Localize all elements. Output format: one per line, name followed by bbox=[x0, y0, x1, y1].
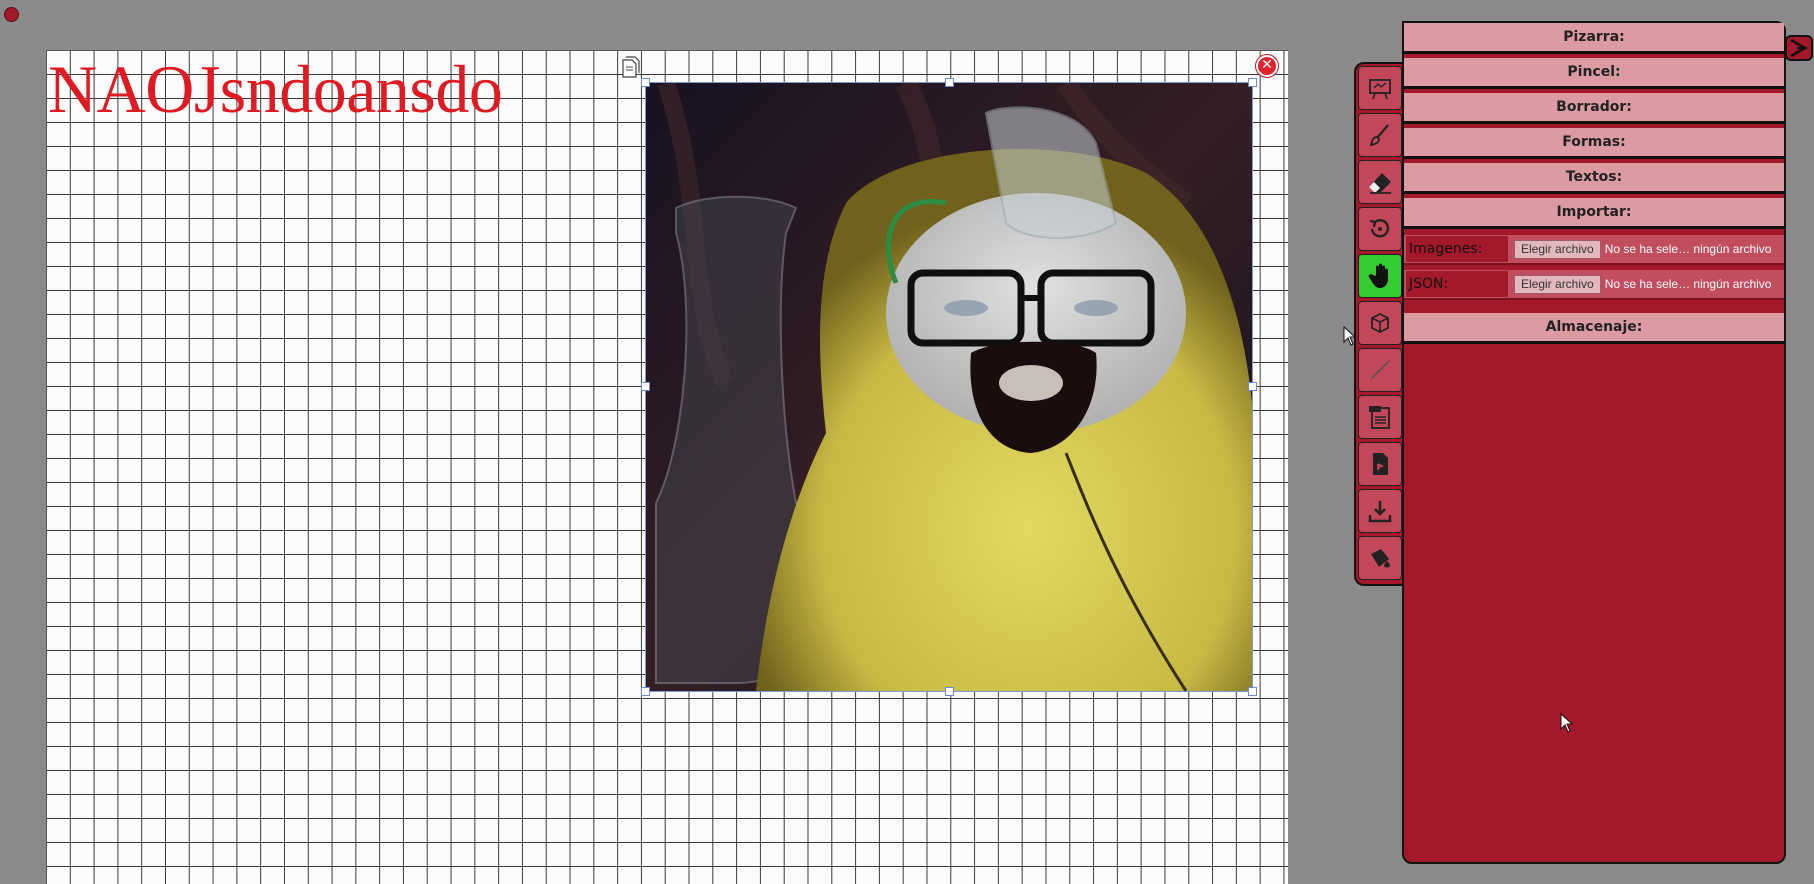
fill-bucket-icon bbox=[1371, 549, 1390, 568]
hand-icon bbox=[1368, 263, 1388, 288]
mouse-pointer-icon bbox=[1560, 713, 1574, 733]
import-json-row: JSON: Elegir archivo No se ha sele… ning… bbox=[1404, 270, 1784, 300]
section-pincel[interactable]: Pincel: bbox=[1404, 58, 1784, 89]
close-icon[interactable]: ✕ bbox=[1256, 55, 1278, 77]
undo-icon bbox=[1369, 219, 1390, 238]
shapes-tool-button[interactable] bbox=[1358, 301, 1402, 345]
import-images-row: Imagenes: Elegir archivo No se ha sele… … bbox=[1404, 235, 1784, 265]
line-tool-button[interactable] bbox=[1358, 348, 1402, 392]
section-almacenaje[interactable]: Almacenaje: bbox=[1404, 313, 1784, 344]
move-tool-button[interactable] bbox=[1358, 254, 1402, 298]
brush-tool-button[interactable] bbox=[1358, 113, 1402, 157]
text-tool-button[interactable] bbox=[1358, 395, 1402, 439]
resize-handle-e[interactable] bbox=[1248, 382, 1257, 391]
fill-tool-button[interactable] bbox=[1358, 536, 1402, 580]
section-formas[interactable]: Formas: bbox=[1404, 128, 1784, 159]
resize-handle-se[interactable] bbox=[1248, 687, 1257, 696]
options-panel: Pizarra: Pincel: Borrador: Formas: Texto… bbox=[1402, 21, 1786, 864]
choose-image-file-button[interactable]: Elegir archivo bbox=[1514, 239, 1601, 259]
whiteboard-tool-button[interactable] bbox=[1358, 66, 1402, 110]
whiteboard-icon bbox=[1369, 79, 1391, 100]
eraser-tool-button[interactable] bbox=[1358, 160, 1402, 204]
resize-handle-w[interactable] bbox=[641, 382, 650, 391]
resize-handle-s[interactable] bbox=[945, 687, 954, 696]
undo-tool-button[interactable] bbox=[1358, 207, 1402, 251]
download-icon bbox=[1368, 501, 1392, 523]
section-pizarra[interactable]: Pizarra: bbox=[1404, 23, 1784, 54]
resize-handle-n[interactable] bbox=[945, 78, 954, 87]
resize-handle-sw[interactable] bbox=[641, 687, 650, 696]
copy-icon[interactable] bbox=[619, 55, 641, 79]
import-images-label: Imagenes: bbox=[1406, 236, 1508, 262]
section-borrador[interactable]: Borrador: bbox=[1404, 93, 1784, 124]
resize-handle-ne[interactable] bbox=[1248, 78, 1257, 87]
imported-image[interactable] bbox=[641, 78, 1257, 696]
document-icon bbox=[1373, 453, 1388, 475]
image-photo bbox=[646, 83, 1252, 691]
import-json-label: JSON: bbox=[1406, 271, 1508, 297]
download-tool-button[interactable] bbox=[1358, 489, 1402, 533]
walter-cat-picture bbox=[646, 83, 1252, 691]
choose-json-file-button[interactable]: Elegir archivo bbox=[1514, 274, 1601, 294]
json-file-status: No se ha sele… ningún archivo bbox=[1604, 277, 1772, 291]
brush-icon bbox=[1369, 124, 1389, 147]
image-file-status: No se ha sele… ningún archivo bbox=[1604, 242, 1772, 256]
resize-handle-nw[interactable] bbox=[641, 78, 650, 87]
document-tool-button[interactable] bbox=[1358, 442, 1402, 486]
text-file-icon bbox=[1369, 406, 1390, 429]
collapse-panel-button[interactable] bbox=[1785, 35, 1813, 61]
chevron-right-icon bbox=[1790, 38, 1808, 58]
section-importar[interactable]: Importar: bbox=[1404, 198, 1784, 229]
line-icon bbox=[1370, 360, 1390, 380]
canvas-text[interactable]: NAOJsndoansdo bbox=[48, 55, 503, 123]
mouse-pointer-icon bbox=[1343, 326, 1357, 346]
tool-sidebar bbox=[1354, 62, 1402, 586]
eraser-icon bbox=[1369, 173, 1391, 194]
section-textos[interactable]: Textos: bbox=[1404, 163, 1784, 194]
window-dot[interactable] bbox=[4, 7, 19, 22]
cube-icon bbox=[1371, 312, 1389, 334]
